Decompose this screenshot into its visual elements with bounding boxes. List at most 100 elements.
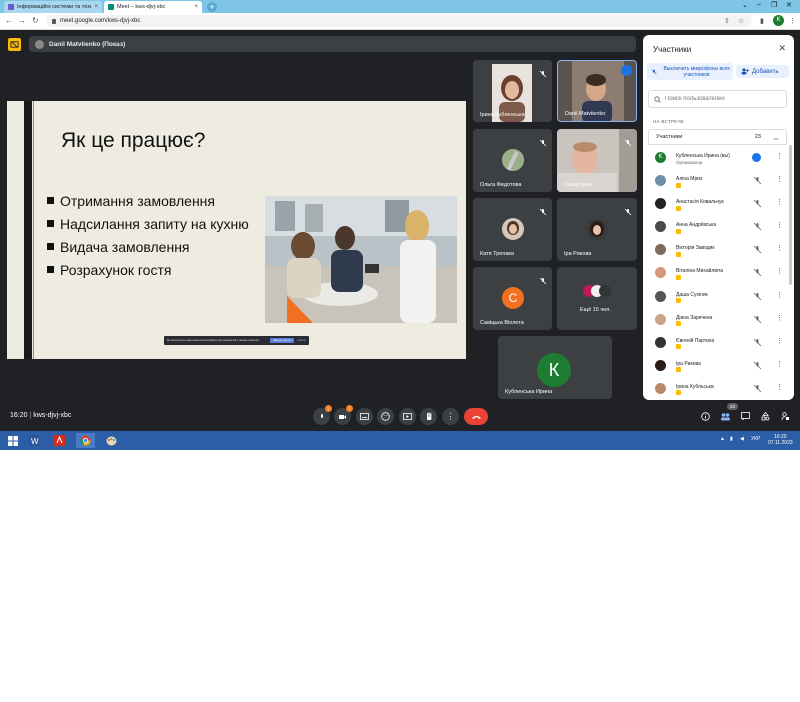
forward-icon[interactable]: → (18, 16, 26, 25)
participant-name: Іра Рикова (676, 360, 701, 367)
participant-tile[interactable]: С Савіцька Віолета (473, 267, 552, 330)
participant-tile[interactable]: Саша Ірчук (557, 129, 637, 192)
participant-search[interactable] (648, 90, 787, 108)
taskbar-pdf[interactable] (50, 433, 69, 448)
participant-row[interactable]: K Кубленська Ирина (вы) Организатор ⋮ (648, 147, 787, 170)
volume-icon[interactable]: ◀ (740, 436, 744, 442)
close-panel-icon[interactable]: ✕ (778, 43, 786, 54)
participant-row[interactable]: Анна Андріївська ⋮ (648, 216, 787, 239)
participant-avatar (655, 313, 666, 325)
more-participants-tile[interactable]: Ещё 15 чел. (557, 267, 637, 330)
more-actions-icon[interactable] (752, 153, 761, 162)
raise-hand-button[interactable] (420, 408, 437, 425)
more-vert-icon[interactable]: ⋮ (776, 267, 783, 275)
mic-toggle-button[interactable]: ! (313, 405, 332, 425)
notice-stop-button[interactable]: Закрыть доступ (270, 338, 295, 343)
participant-list: K Кубленська Ирина (вы) Организатор ⋮ Ал… (648, 147, 787, 400)
tray-arrow-icon[interactable]: ▲ (720, 436, 725, 442)
address-bar[interactable]: meet.google.com/kws-djvj-xbc (46, 15, 752, 27)
bookmark-star-icon[interactable]: ☆ (738, 17, 744, 25)
reload-icon[interactable]: ↻ (32, 16, 39, 25)
maximize-icon[interactable]: ❐ (771, 1, 777, 9)
shapes-icon (761, 411, 769, 420)
slide-bullet: Отримання замовлення (47, 189, 249, 212)
participant-tile-active-speaker[interactable]: Danil Matviienko (557, 60, 637, 122)
panel-scrollbar[interactable] (789, 145, 792, 285)
participant-tile[interactable]: Іра Рикова (557, 198, 637, 261)
participant-row[interactable]: Іра Рикова ⋮ (648, 355, 787, 378)
windows-logo-icon (7, 435, 18, 446)
more-vert-icon[interactable]: ⋮ (776, 244, 783, 252)
participant-name: Кубленська Ирина (вы) (676, 153, 730, 159)
tab-close-icon[interactable]: × (94, 4, 98, 10)
participant-row[interactable]: Вікторія Заводяк ⋮ (648, 239, 787, 262)
participant-row[interactable]: Діана Заречена ⋮ (648, 309, 787, 332)
browser-menu-icon[interactable]: ⋮ (789, 17, 796, 25)
slide-bullet: Розрахунок гостя (47, 258, 249, 281)
taskbar-chrome[interactable] (76, 433, 95, 448)
meeting-details-button[interactable] (699, 410, 711, 422)
browser-tab-2[interactable]: Meet – kws-djvj-xbc × (104, 1, 202, 13)
more-vert-icon[interactable]: ⋮ (776, 360, 783, 368)
minimize-icon[interactable]: – (757, 1, 761, 8)
leave-call-button[interactable] (464, 408, 488, 425)
more-vert-icon[interactable]: ⋮ (776, 152, 783, 160)
start-button[interactable] (3, 433, 22, 448)
participant-tile[interactable]: Ольга Федотова (473, 129, 552, 192)
add-people-button[interactable]: Добавить (736, 65, 789, 78)
presenter-bar: Danil Matviienko (Показ) (29, 36, 636, 52)
more-vert-icon[interactable]: ⋮ (776, 221, 783, 229)
host-controls-button[interactable] (779, 410, 791, 422)
slide-accent-bar (24, 101, 32, 359)
taskbar-paint[interactable] (102, 433, 121, 448)
captions-button[interactable] (356, 408, 373, 425)
present-screen-button[interactable] (399, 408, 416, 425)
panel-title: Участники (653, 45, 692, 54)
tab-close-icon[interactable]: × (194, 4, 198, 10)
more-vert-icon[interactable]: ⋮ (776, 198, 783, 206)
share-icon[interactable]: ⇪ (724, 17, 730, 25)
pdf-reader-icon (54, 435, 65, 446)
participant-row[interactable]: Віталіна Михайлівта ⋮ (648, 262, 787, 285)
presentation-icon[interactable] (8, 38, 21, 51)
more-vert-icon[interactable]: ⋮ (776, 314, 783, 322)
profile-avatar[interactable]: K (773, 15, 784, 26)
participant-row[interactable]: Даша Сухіняк ⋮ (648, 286, 787, 309)
more-vert-icon[interactable]: ⋮ (776, 383, 783, 391)
more-vert-icon[interactable]: ⋮ (776, 291, 783, 299)
more-options-button[interactable]: ⋮ (442, 408, 459, 425)
present-icon (403, 412, 412, 420)
notice-hide-link[interactable]: Скрыть (297, 339, 306, 342)
window-close-icon[interactable]: ✕ (786, 1, 792, 9)
chat-button[interactable] (739, 410, 751, 422)
taskbar-clock[interactable]: 16:20 07.11.2023 (768, 434, 793, 446)
participant-row[interactable]: Аліна Мрих ⋮ (648, 170, 787, 193)
back-icon[interactable]: ← (5, 16, 13, 25)
keyboard-language[interactable]: УКР (751, 436, 760, 442)
participants-group-header[interactable]: Участники 23 ︿ (648, 129, 787, 145)
browser-tab-1[interactable]: Інформаційні системи та техно... × (4, 1, 102, 13)
taskbar-word[interactable]: W (25, 433, 44, 448)
mic-off-icon (539, 65, 547, 78)
new-tab-button[interactable]: + (207, 2, 217, 12)
participant-row[interactable]: Ірина Кубльська ⋮ (648, 378, 787, 400)
participant-tile[interactable]: Катя Трепака (473, 198, 552, 261)
participant-tile[interactable]: Ірина Кубленська (473, 60, 552, 122)
meeting-time: 16:20 (10, 412, 28, 419)
camera-toggle-button[interactable]: ! (334, 405, 353, 425)
tab-search-icon[interactable]: ⌄ (742, 1, 748, 9)
chevron-up-icon: ︿ (772, 135, 779, 142)
participant-row[interactable]: Євгеній Партиха ⋮ (648, 332, 787, 355)
more-vert-icon[interactable]: ⋮ (776, 337, 783, 345)
activities-button[interactable] (759, 410, 771, 422)
side-panel-icon[interactable]: ▮ (760, 17, 764, 25)
participants-button[interactable] (719, 410, 731, 422)
reactions-button[interactable] (377, 408, 394, 425)
network-icon[interactable]: ▮ (730, 436, 733, 442)
mute-all-button[interactable]: Выключить микрофоны всех участников (647, 63, 733, 80)
participant-name: Євгеній Партиха (676, 337, 715, 344)
more-vert-icon[interactable]: ⋮ (776, 175, 783, 183)
search-input[interactable] (665, 96, 780, 102)
self-view-tile[interactable]: К Кубленська Ирина (498, 336, 612, 399)
participant-row[interactable]: Анастасія Ковальчук ⋮ (648, 193, 787, 216)
